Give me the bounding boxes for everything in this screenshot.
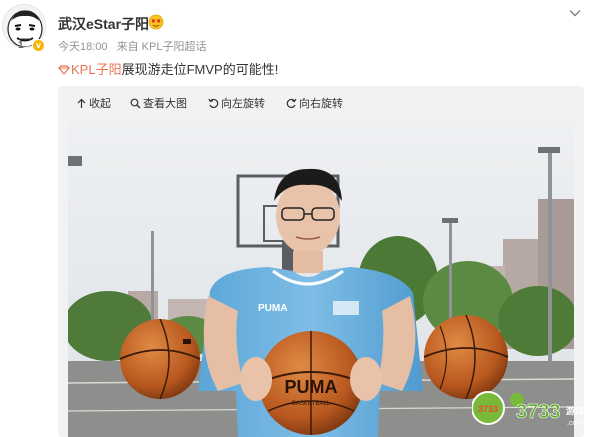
site-watermark-logo: 3733 3733 游戏 .com [472, 391, 584, 427]
media-toolbar: 收起 查看大图 向左旋转 向右旋转 [58, 86, 584, 116]
heart-eyes-badge-icon [148, 14, 164, 30]
weibo-post: 1 v 武汉eStar子阳 今天18:00 来自 KPL子阳超话 KPL子阳展现… [0, 0, 600, 437]
post-text: 展现游走位FMVP的可能性! [121, 62, 279, 77]
svg-text:3733: 3733 [478, 404, 498, 414]
verified-badge-icon: v [32, 39, 45, 52]
post-meta: 今天18:00 来自 KPL子阳超话 [58, 38, 212, 54]
search-icon [130, 98, 141, 108]
topic-link[interactable]: KPL子阳 [71, 62, 122, 77]
shirt-brand: PUMA [258, 303, 287, 314]
rotate-left-button[interactable]: 向左旋转 [208, 95, 265, 111]
chevron-down-icon[interactable] [568, 6, 582, 20]
post-time[interactable]: 今天18:00 [58, 41, 108, 53]
rotate-left-label: 向左旋转 [221, 98, 265, 110]
super-topic-icon [58, 65, 70, 75]
svg-text:游戏: 游戏 [566, 405, 584, 416]
rotate-left-icon [208, 98, 219, 108]
username[interactable]: 武汉eStar子阳 [58, 14, 149, 34]
rotate-right-icon [286, 98, 297, 108]
ball-sub-text: BASKETBALL [292, 401, 331, 407]
post-content: KPL子阳展现游走位FMVP的可能性! [58, 59, 278, 78]
rotate-right-label: 向右旋转 [299, 98, 343, 110]
collapse-button[interactable]: 收起 [76, 95, 111, 111]
view-large-button[interactable]: 查看大图 [130, 95, 187, 111]
media-box: 收起 查看大图 向左旋转 向右旋转 PUMA PUMA BASKETBALL [58, 86, 584, 437]
rotate-right-button[interactable]: 向右旋转 [286, 95, 343, 111]
user-level: 1 [18, 40, 24, 51]
ball-brand-text: PUMA [285, 377, 338, 397]
svg-text:.com: .com [567, 420, 582, 427]
collapse-label: 收起 [89, 98, 111, 110]
post-source[interactable]: 来自 KPL子阳超话 [117, 41, 207, 53]
view-large-label: 查看大图 [143, 98, 187, 110]
svg-text:3733: 3733 [516, 401, 561, 423]
collapse-arrow-icon [77, 98, 86, 108]
